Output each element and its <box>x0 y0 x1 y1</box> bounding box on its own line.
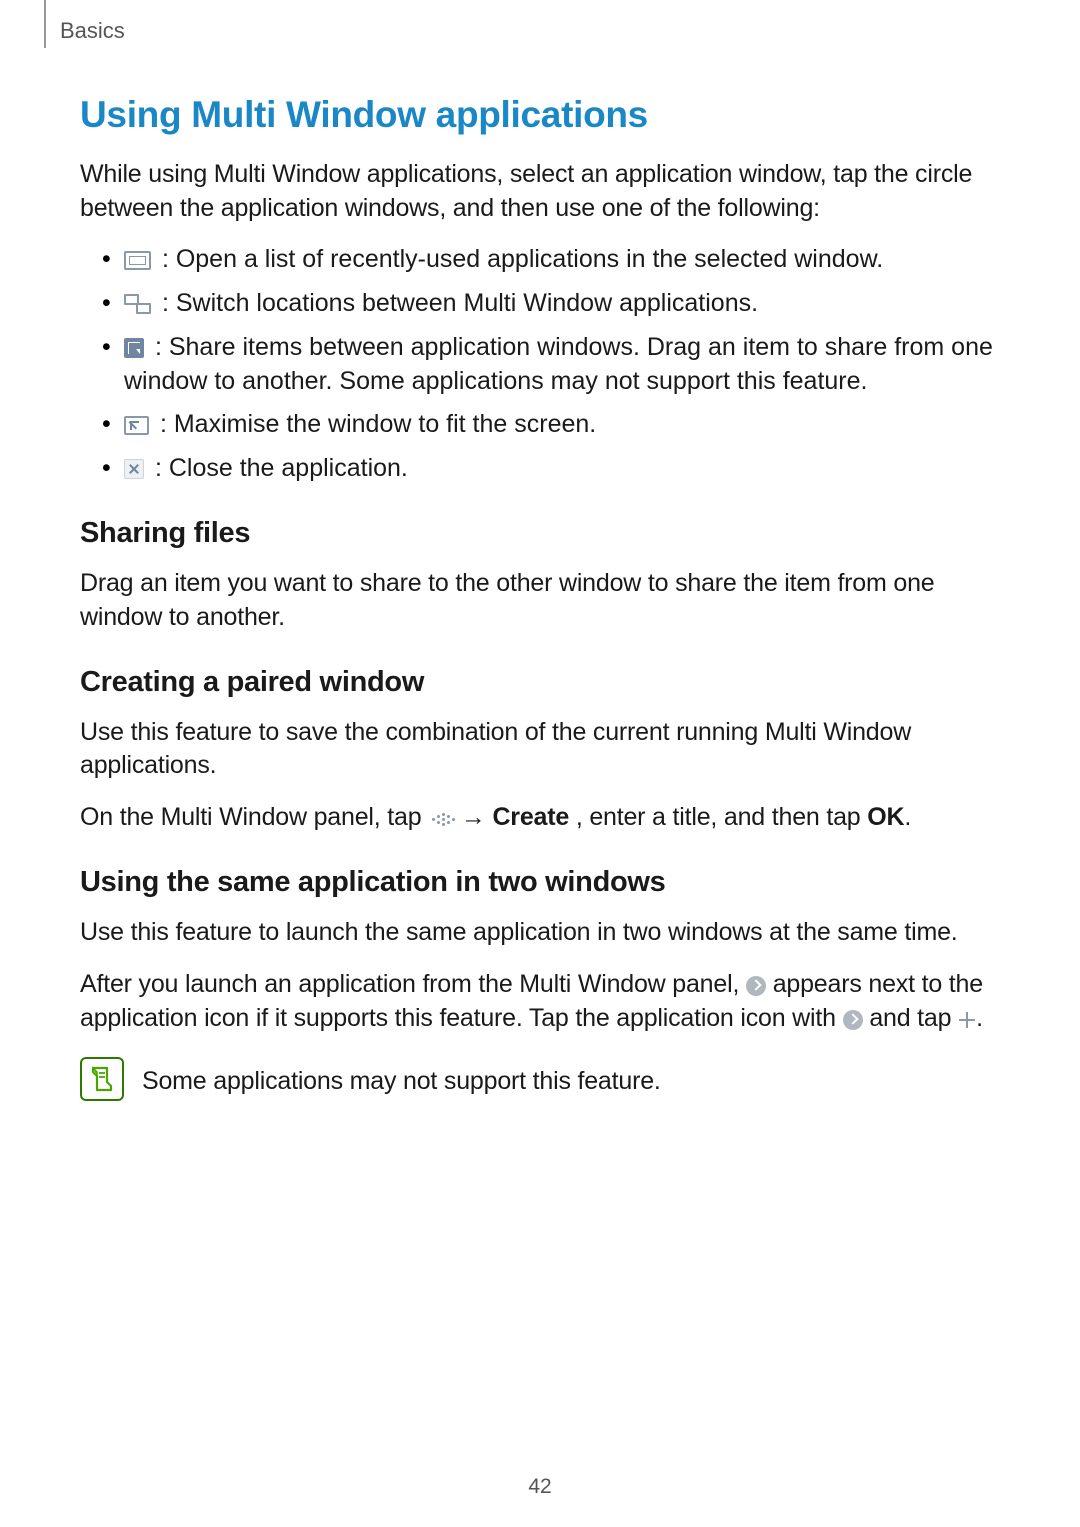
bullet-recent-apps: : Open a list of recently-used applicati… <box>102 243 1000 277</box>
note-text: Some applications may not support this f… <box>142 1065 661 1099</box>
share-items-icon <box>124 338 144 358</box>
page-content: Using Multi Window applications While us… <box>0 0 1080 1117</box>
heading-paired-window: Creating a paired window <box>80 663 1000 702</box>
same-app-body-2: After you launch an application from the… <box>80 968 1000 1036</box>
document-page: Basics Using Multi Window applications W… <box>0 0 1080 1527</box>
intro-paragraph: While using Multi Window applications, s… <box>80 158 1000 226</box>
handle-dots-icon <box>428 811 454 827</box>
paired-window-body-1: Use this feature to save the combination… <box>80 716 1000 784</box>
bullet-text: : Switch locations between Multi Window … <box>155 289 758 317</box>
arrow: → <box>461 803 493 831</box>
bullet-text: : Share items between application window… <box>124 333 993 395</box>
bullet-text: : Close the application. <box>148 454 408 482</box>
text: and tap <box>869 1004 958 1032</box>
text: , enter a title, and then tap <box>576 803 867 831</box>
heading-sharing-files: Sharing files <box>80 514 1000 553</box>
heading-main: Using Multi Window applications <box>80 90 1000 140</box>
bullet-share-items: : Share items between application window… <box>102 331 1000 399</box>
breadcrumb: Basics <box>60 16 125 46</box>
text: After you launch an application from the… <box>80 970 746 998</box>
duplicate-indicator-icon <box>746 976 766 996</box>
header-rule <box>44 0 46 48</box>
recent-apps-icon <box>124 251 151 270</box>
bullet-maximise: : Maximise the window to fit the screen. <box>102 408 1000 442</box>
sharing-files-body: Drag an item you want to share to the ot… <box>80 567 1000 635</box>
maximise-icon <box>124 416 149 435</box>
heading-same-app: Using the same application in two window… <box>80 863 1000 902</box>
paired-window-body-2: On the Multi Window panel, tap → Create … <box>80 801 1000 835</box>
bullet-close: : Close the application. <box>102 452 1000 486</box>
icon-bullet-list: : Open a list of recently-used applicati… <box>80 243 1000 486</box>
same-app-body-1: Use this feature to launch the same appl… <box>80 916 1000 950</box>
note-icon <box>80 1057 124 1101</box>
text: . <box>904 803 911 831</box>
text: On the Multi Window panel, tap <box>80 803 428 831</box>
bullet-switch-locations: : Switch locations between Multi Window … <box>102 287 1000 321</box>
plus-icon <box>958 1011 976 1029</box>
duplicate-indicator-icon <box>843 1010 863 1030</box>
note-row: Some applications may not support this f… <box>80 1057 1000 1117</box>
text: . <box>976 1004 983 1032</box>
bullet-text: : Maximise the window to fit the screen. <box>153 410 596 438</box>
switch-locations-icon <box>124 294 151 314</box>
bullet-text: : Open a list of recently-used applicati… <box>155 245 883 273</box>
ok-label: OK <box>867 803 904 831</box>
close-icon <box>124 459 144 479</box>
page-number: 42 <box>0 1473 1080 1501</box>
create-label: Create <box>492 803 569 831</box>
